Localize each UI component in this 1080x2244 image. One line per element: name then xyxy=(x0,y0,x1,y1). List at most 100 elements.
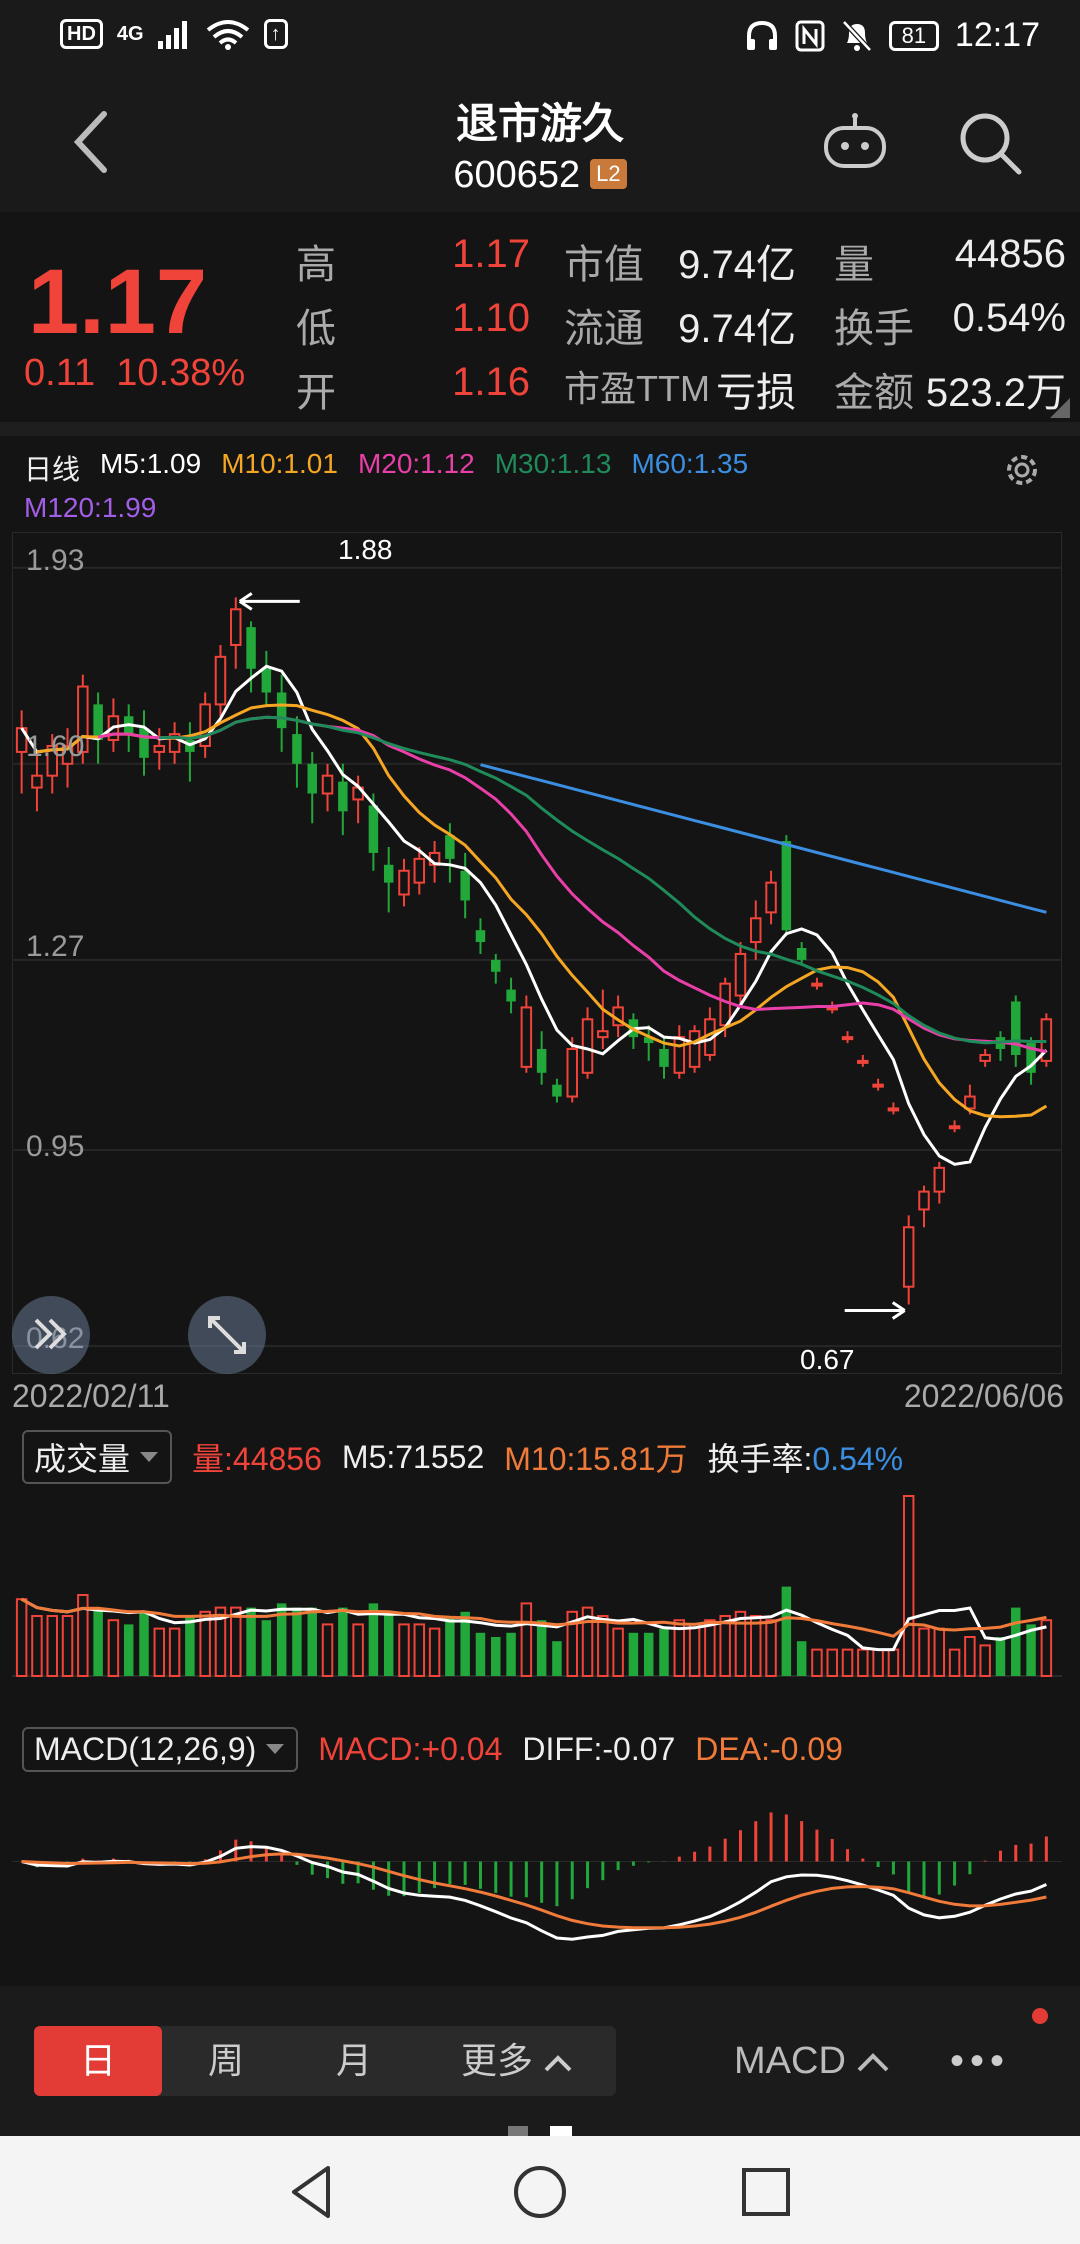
stock-code-line: 600652 L2 xyxy=(0,154,1080,197)
volume-bar xyxy=(872,1648,884,1678)
volume-bar xyxy=(445,1616,455,1676)
macd-panel[interactable] xyxy=(12,1776,1062,1966)
signal-icon xyxy=(157,21,187,49)
candle-body xyxy=(383,864,394,883)
candle-body xyxy=(520,1006,533,1068)
more-options-button[interactable]: ••• xyxy=(950,2026,1010,2096)
low-mark-label: 0.67 xyxy=(800,1344,855,1375)
candle-body xyxy=(230,608,242,646)
volume-bar xyxy=(46,1615,58,1677)
volume-bar xyxy=(31,1615,43,1677)
candle-body xyxy=(214,655,227,706)
expand-corner-icon[interactable] xyxy=(1050,398,1070,418)
robot-assistant-icon[interactable] xyxy=(820,112,890,172)
chevron-down-icon xyxy=(266,1744,285,1754)
candle-body xyxy=(460,870,470,901)
volume-indicator-select[interactable]: 成交量 xyxy=(22,1430,173,1484)
candle-body xyxy=(918,1190,930,1211)
candle-body xyxy=(536,1049,547,1073)
volume-bar xyxy=(857,1648,869,1678)
candle-body xyxy=(688,1030,701,1068)
low-label: 低 xyxy=(296,307,336,351)
volume-bar xyxy=(688,1623,701,1677)
volume-bar xyxy=(491,1637,501,1676)
status-right: 81 12:17 xyxy=(745,16,1040,55)
candle-body xyxy=(933,1166,946,1193)
volume-bar xyxy=(765,1619,777,1677)
kline-chart[interactable]: 1.93 1.60 1.27 0.95 0.62 1.88 0.67 xyxy=(12,532,1062,1375)
volume-value: 44856 xyxy=(954,232,1066,276)
stock-code: 600652 xyxy=(453,154,581,196)
volume-m5: M5:71552 xyxy=(341,1438,485,1475)
clock: 12:17 xyxy=(954,16,1040,54)
ma10-value: M10:1.01 xyxy=(221,448,338,479)
open-value: 1.16 xyxy=(452,360,530,404)
volume-svg xyxy=(12,1495,1062,1678)
candle-body xyxy=(872,1083,884,1088)
nav-back-icon[interactable] xyxy=(282,2160,346,2224)
ma30-value: M30:1.13 xyxy=(494,448,612,479)
indicator-switch[interactable]: MACD xyxy=(734,2026,890,2096)
chevron-up-icon xyxy=(544,2055,572,2072)
volume-bar xyxy=(643,1632,654,1676)
nfc-icon xyxy=(795,20,825,51)
candle-body xyxy=(276,692,287,729)
double-chevron-icon xyxy=(34,1318,67,1350)
collapse-button[interactable] xyxy=(12,1296,90,1374)
mute-bell-icon xyxy=(842,19,872,52)
period-label: 日线 xyxy=(24,454,81,485)
high-arrow xyxy=(238,592,300,611)
low-arrow xyxy=(844,1301,906,1320)
candle-body xyxy=(292,734,302,764)
settings-gear-icon[interactable] xyxy=(1000,448,1044,492)
volume-bar xyxy=(185,1616,195,1676)
candle-body xyxy=(811,982,823,987)
volume-bar xyxy=(536,1620,547,1676)
search-icon[interactable] xyxy=(955,108,1025,178)
candle-body xyxy=(246,627,256,669)
macd-value: MACD:+0.04 xyxy=(318,1730,503,1767)
candle-body xyxy=(491,959,501,972)
macd-diff-line xyxy=(21,1845,1047,1941)
volume-bar xyxy=(826,1648,838,1678)
tab-month[interactable]: 月 xyxy=(290,2026,418,2096)
tab-day[interactable]: 日 xyxy=(34,2026,162,2096)
price-tick-1: 1.93 xyxy=(26,544,85,577)
volume-select-label: 成交量 xyxy=(34,1441,131,1477)
macd-indicator-select[interactable]: MACD(12,26,9) xyxy=(22,1726,299,1772)
system-nav-bar xyxy=(0,2136,1080,2244)
nav-recents-icon[interactable] xyxy=(734,2160,798,2224)
low-value: 1.10 xyxy=(452,296,530,340)
candle-body xyxy=(734,952,747,997)
ma60-value: M60:1.35 xyxy=(631,448,749,479)
volume-bar xyxy=(352,1623,364,1677)
candle-body xyxy=(153,744,166,753)
candle-body xyxy=(552,1084,562,1097)
candle-body xyxy=(796,948,807,960)
tab-more[interactable]: 更多 xyxy=(418,2026,616,2096)
volume-bar xyxy=(628,1632,639,1676)
tab-week[interactable]: 周 xyxy=(162,2026,290,2096)
volume-bar xyxy=(933,1627,946,1678)
volume-bar xyxy=(93,1607,103,1676)
macd-select-label: MACD(12,26,9) xyxy=(34,1730,257,1767)
turnover-rate: 换手率:0.54% xyxy=(707,1434,903,1480)
candle-body xyxy=(887,1107,900,1112)
wifi-icon xyxy=(206,20,249,50)
fullscreen-button[interactable] xyxy=(188,1296,266,1374)
volume-bar xyxy=(428,1627,441,1678)
volume-bar xyxy=(506,1632,516,1676)
volume-bar xyxy=(139,1611,149,1676)
candle-body xyxy=(948,1125,961,1130)
turnover-rate-label: 换手率: xyxy=(707,1441,813,1477)
dea-value: DEA:-0.09 xyxy=(695,1730,843,1767)
volume-bar xyxy=(520,1602,533,1677)
ma5-value: M5:1.09 xyxy=(100,448,202,479)
volume-panel[interactable] xyxy=(12,1482,1062,1678)
nav-home-icon[interactable] xyxy=(508,2160,572,2224)
candle-body xyxy=(475,930,486,943)
volume-bar xyxy=(15,1598,28,1677)
candle-body xyxy=(857,1059,869,1064)
last-price: 1.17 xyxy=(28,251,208,353)
candle-body xyxy=(566,1048,578,1098)
